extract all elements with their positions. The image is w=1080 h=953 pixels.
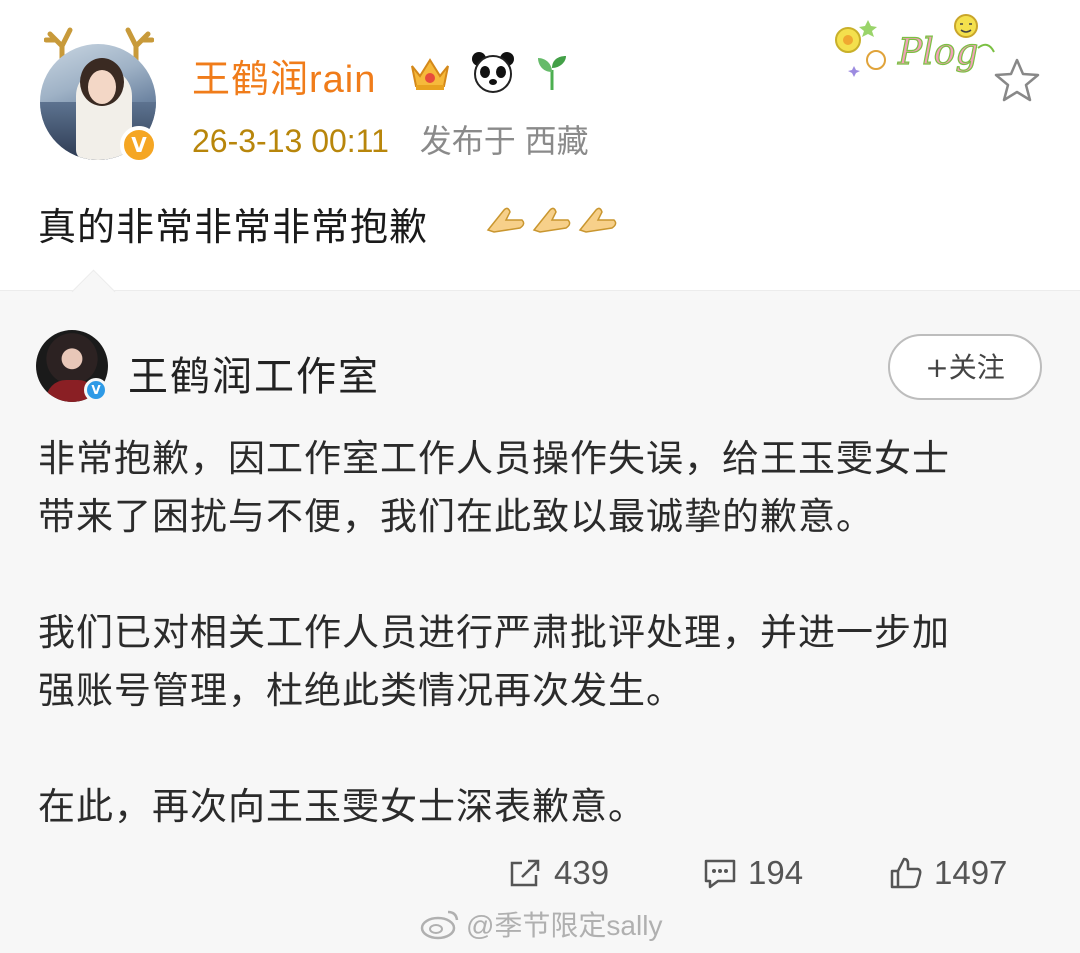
- verified-badge-icon: V: [120, 126, 158, 164]
- repost-body: 非常抱歉，因工作室工作人员操作失误，给王玉雯女士 带来了困扰与不便，我们在此致以…: [38, 430, 1048, 836]
- comment-button[interactable]: 194: [702, 854, 803, 892]
- repost-line: 强账号管理，杜绝此类情况再次发生。: [38, 669, 684, 712]
- post-meta: 26-3-13 00:11 发布于 西藏: [192, 116, 589, 162]
- share-button[interactable]: 439: [508, 854, 609, 892]
- post-text: 真的非常非常非常抱歉: [38, 205, 429, 249]
- verified-blue-badge-icon: V: [84, 378, 108, 402]
- thumbs-up-icon: [890, 857, 922, 889]
- original-post: V 王鹤润rain 26-3-13 00:11 发布于 西藏 Plog 真的非常…: [0, 0, 1080, 290]
- repost-author-name[interactable]: 王鹤润工作室: [128, 344, 380, 402]
- repost-line: 我们已对相关工作人员进行严肃批评处理，并进一步加: [38, 611, 950, 654]
- weibo-logo-icon: [420, 910, 459, 940]
- action-bar: 439 194 1497: [0, 850, 1080, 900]
- like-button[interactable]: 1497: [888, 854, 1007, 892]
- comment-count: 194: [748, 854, 804, 891]
- crown-icon: [411, 58, 449, 90]
- repost-line: 在此，再次向王玉雯女士深表歉意。: [38, 785, 646, 828]
- user-badges: [408, 50, 570, 94]
- watermark: @季节限定sally: [420, 904, 662, 944]
- share-icon: [510, 859, 540, 887]
- share-count: 439: [554, 854, 610, 891]
- panda-icon: [472, 52, 514, 93]
- repost-line: 带来了困扰与不便，我们在此致以最诚挚的歉意。: [38, 495, 874, 538]
- comment-icon: [704, 859, 736, 889]
- repost-line: 非常抱歉，因工作室工作人员操作失误，给王玉雯女士: [38, 437, 950, 480]
- like-count: 1497: [934, 854, 1008, 891]
- post-username[interactable]: 王鹤润rain: [192, 48, 376, 103]
- sprout-icon: [538, 56, 566, 90]
- watermark-text: @季节限定sally: [466, 910, 663, 941]
- author-avatar[interactable]: V: [40, 27, 158, 164]
- follow-button[interactable]: +关注: [888, 334, 1042, 400]
- favorite-star-icon[interactable]: [992, 56, 1042, 106]
- pray-hands-icon: [578, 207, 617, 233]
- pray-emoji-row: [486, 200, 618, 236]
- plog-sticker-icon: Plog: [835, 14, 995, 77]
- pray-hands-icon: [486, 207, 525, 233]
- post-timestamp: 26-3-13 00:11: [192, 123, 389, 159]
- pray-hands-icon: [532, 207, 571, 233]
- post-location: 发布于 西藏: [419, 123, 589, 159]
- plog-sticker-text: Plog: [897, 32, 978, 73]
